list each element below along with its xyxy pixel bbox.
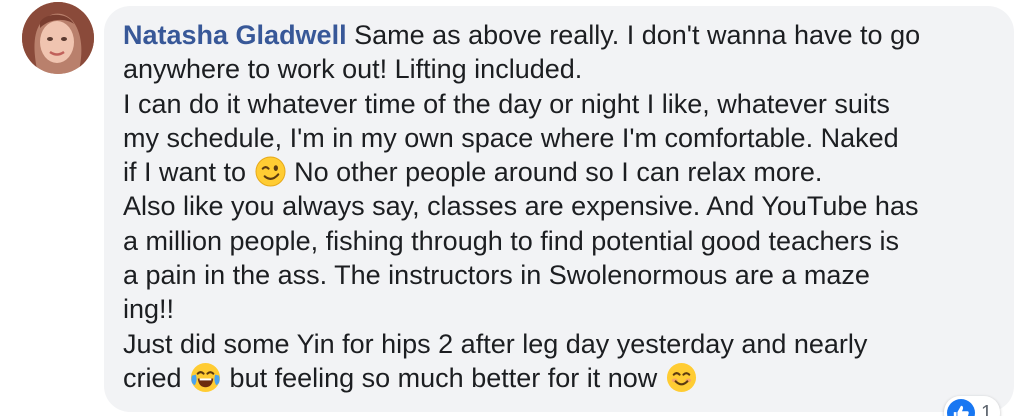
thumbs-up-icon: [947, 399, 975, 416]
comment-text: but feeling so much better for it now: [222, 362, 658, 393]
comment-line: if I want to No other people around so I…: [123, 155, 990, 189]
comment-body: Natasha Gladwell Same as above really. I…: [123, 18, 990, 395]
reaction-count: 1: [981, 401, 993, 416]
comment-line: my schedule, I'm in my own space where I…: [123, 122, 899, 153]
comment-text: if I want to: [123, 157, 247, 188]
comment-line: ing!!: [123, 294, 175, 325]
comment-line: Natasha Gladwell Same as above really. I…: [123, 18, 990, 52]
comment-line: a million people, fishing through to fin…: [123, 225, 899, 256]
winking-face-emoji: [255, 156, 286, 187]
comment-line: anywhere to work out! Lifting included.: [123, 54, 583, 85]
author-name[interactable]: Natasha Gladwell: [123, 20, 347, 50]
comment-line: a pain in the ass. The instructors in Sw…: [123, 260, 870, 291]
comment-bubble: Natasha Gladwell Same as above really. I…: [104, 6, 1014, 412]
comment-text: cried: [123, 362, 182, 393]
comment-line: cried but feeling so much better for it …: [123, 361, 990, 395]
smiling-face-emoji: [666, 362, 697, 393]
tears-of-joy-emoji: [190, 362, 221, 393]
comment-text: No other people around so I can relax mo…: [286, 157, 823, 188]
comment-line: I can do it whatever time of the day or …: [123, 88, 890, 119]
comment-line: Also like you always say, classes are ex…: [123, 191, 919, 222]
comment-text: Same as above really. I don't wanna have…: [346, 20, 921, 50]
avatar[interactable]: [22, 2, 94, 74]
reaction-summary[interactable]: 1: [944, 396, 1001, 416]
comment-line: Just did some Yin for hips 2 after leg d…: [123, 328, 868, 359]
